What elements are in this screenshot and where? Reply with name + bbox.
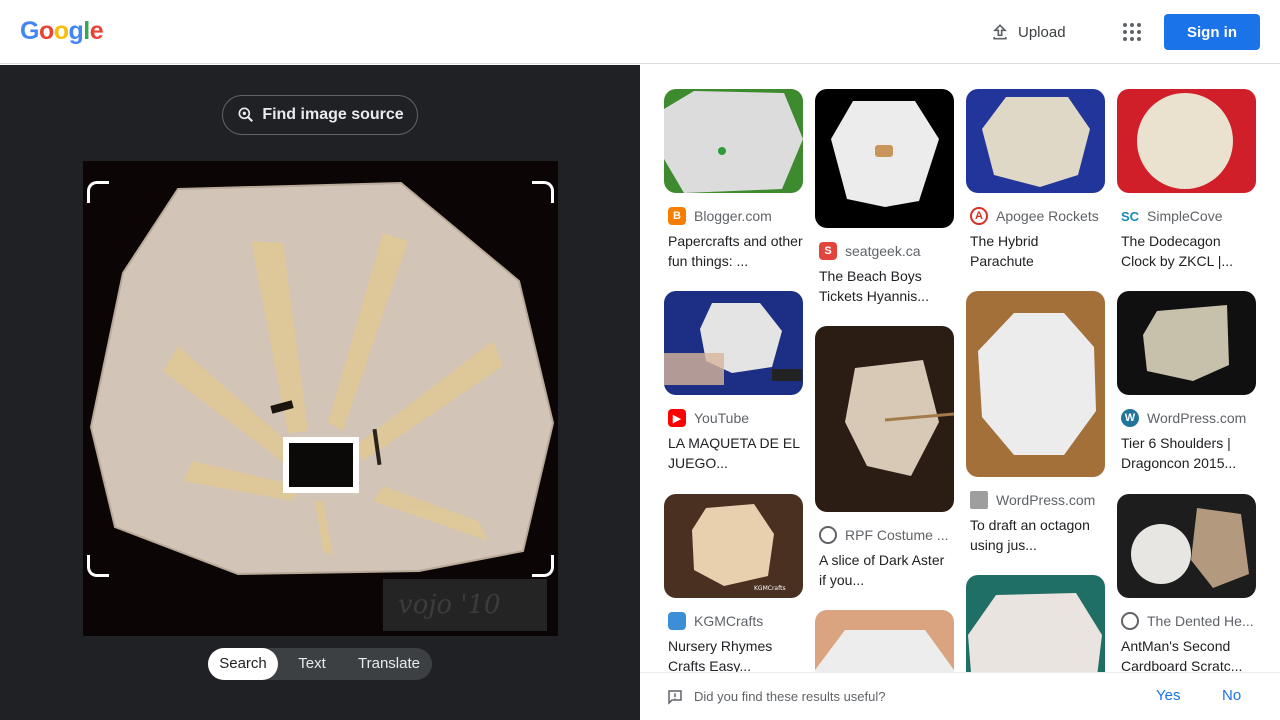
kgmcrafts-icon <box>668 612 686 630</box>
wordpress-icon: W <box>1121 409 1139 427</box>
result-title[interactable]: The Dodecagon Clock by ZKCL |... <box>1117 231 1256 271</box>
result-thumbnail[interactable] <box>1117 494 1256 598</box>
crop-corner-top-left[interactable] <box>87 181 109 203</box>
logo-letter: G <box>20 17 39 45</box>
result-title[interactable]: A slice of Dark Aster if you... <box>815 550 954 590</box>
result-source: WordPress.com <box>996 492 1096 508</box>
octagon-paper-image: vojo '10 <box>89 181 555 631</box>
result-thumbnail[interactable] <box>1117 291 1256 395</box>
result-card[interactable]: SC SimpleCove The Dodecagon Clock by ZKCL… <box>1117 89 1256 271</box>
mode-translate-tab[interactable]: Translate <box>346 648 432 680</box>
result-thumbnail[interactable] <box>664 89 803 193</box>
result-source: The Dented He... <box>1147 613 1254 629</box>
result-title[interactable]: LA MAQUETA DE EL JUEGO... <box>664 433 803 473</box>
result-title[interactable]: Papercrafts and other fun things: ... <box>664 231 803 271</box>
image-viewer-panel: Find image source vojo '10 Search Text T… <box>0 65 640 720</box>
result-source: Blogger.com <box>694 208 772 224</box>
result-card[interactable]: A Apogee Rockets The Hybrid Parachute <box>966 89 1105 271</box>
upload-label: Upload <box>1018 23 1066 41</box>
crop-corner-top-right[interactable] <box>532 181 554 203</box>
feedback-yes-button[interactable]: Yes <box>1156 687 1180 704</box>
result-title[interactable]: Tier 6 Shoulders | Dragoncon 2015... <box>1117 433 1256 473</box>
result-card[interactable]: ▶ YouTube LA MAQUETA DE EL JUEGO... <box>664 291 803 473</box>
logo-letter: g <box>68 17 84 45</box>
result-title[interactable]: The Hybrid Parachute <box>966 231 1105 271</box>
result-source: Apogee Rockets <box>996 208 1099 224</box>
query-image[interactable]: vojo '10 <box>83 161 558 636</box>
result-source: WordPress.com <box>1147 410 1247 426</box>
result-source: seatgeek.ca <box>845 243 921 259</box>
result-title[interactable]: AntMan's Second Cardboard Scratc... <box>1117 636 1256 672</box>
globe-icon <box>1121 612 1139 630</box>
result-thumbnail[interactable] <box>815 610 954 672</box>
image-watermark: vojo '10 <box>398 590 501 620</box>
result-thumbnail[interactable] <box>1117 89 1256 193</box>
upload-button[interactable]: Upload <box>990 18 1066 46</box>
mode-text-tab[interactable]: Text <box>278 648 346 680</box>
result-thumbnail[interactable] <box>966 291 1105 477</box>
result-thumbnail[interactable] <box>664 291 803 395</box>
result-card[interactable]: RPF Costume ... A slice of Dark Aster if… <box>815 326 954 590</box>
sign-in-button[interactable]: Sign in <box>1164 14 1260 50</box>
svg-text:KGMCrafts: KGMCrafts <box>754 585 786 592</box>
result-thumbnail[interactable] <box>815 326 954 512</box>
result-title[interactable]: Nursery Rhymes Crafts Easy... <box>664 636 803 672</box>
globe-icon <box>819 526 837 544</box>
result-card[interactable]: WordPress.com To draft an octagon using … <box>966 291 1105 555</box>
result-card[interactable] <box>815 610 954 672</box>
find-image-source-button[interactable]: Find image source <box>222 95 418 135</box>
logo-letter: o <box>53 17 69 45</box>
result-title[interactable]: To draft an octagon using jus... <box>966 515 1105 555</box>
visual-matches-grid: B Blogger.com Papercrafts and other fun t… <box>640 65 1280 672</box>
result-thumbnail[interactable] <box>966 575 1105 672</box>
simplecove-icon: SC <box>1120 208 1140 224</box>
apogee-rockets-icon: A <box>970 207 988 225</box>
result-card[interactable]: B Blogger.com Papercrafts and other fun t… <box>664 89 803 271</box>
pinwheel-icon <box>970 491 988 509</box>
google-logo[interactable]: Google <box>20 17 104 46</box>
mode-search-tab[interactable]: Search <box>208 648 278 680</box>
result-card[interactable]: W WordPress.com Tier 6 Shoulders | Dragon… <box>1117 291 1256 473</box>
crop-corner-bottom-right[interactable] <box>532 555 554 577</box>
result-title[interactable]: The Beach Boys Tickets Hyannis... <box>815 266 954 306</box>
logo-letter: e <box>89 17 104 45</box>
find-image-source-label: Find image source <box>262 106 404 123</box>
youtube-icon: ▶ <box>668 409 686 427</box>
result-source: SimpleCove <box>1147 208 1223 224</box>
crop-corner-bottom-left[interactable] <box>87 555 109 577</box>
seatgeek-icon: S <box>819 242 837 260</box>
result-card[interactable]: KGMCrafts KGMCrafts Nursery Rhymes Craft… <box>664 494 803 672</box>
feedback-question: Did you find these results useful? <box>694 689 886 704</box>
result-card[interactable]: Sseatgeek.ca The Beach Boys Tickets Hyan… <box>815 89 954 306</box>
upload-icon <box>992 24 1008 40</box>
result-thumbnail[interactable] <box>815 89 954 228</box>
result-card[interactable] <box>966 575 1105 672</box>
feedback-icon <box>668 690 682 705</box>
result-source: KGMCrafts <box>694 613 764 629</box>
logo-letter: o <box>38 17 54 45</box>
result-thumbnail[interactable]: KGMCrafts <box>664 494 803 598</box>
result-source: RPF Costume ... <box>845 527 949 543</box>
result-source: YouTube <box>694 410 750 426</box>
blogger-icon: B <box>668 207 686 225</box>
lens-search-icon <box>238 107 254 122</box>
feedback-bar: Did you find these results useful? Yes N… <box>640 672 1280 720</box>
mode-switcher: Search Text Translate <box>208 648 432 680</box>
result-thumbnail[interactable] <box>966 89 1105 193</box>
feedback-no-button[interactable]: No <box>1222 687 1241 704</box>
result-card[interactable]: The Dented He... AntMan's Second Cardboa… <box>1117 494 1256 672</box>
header: Google Upload Sign in <box>0 0 1280 64</box>
apps-grid-icon[interactable] <box>1118 18 1146 46</box>
